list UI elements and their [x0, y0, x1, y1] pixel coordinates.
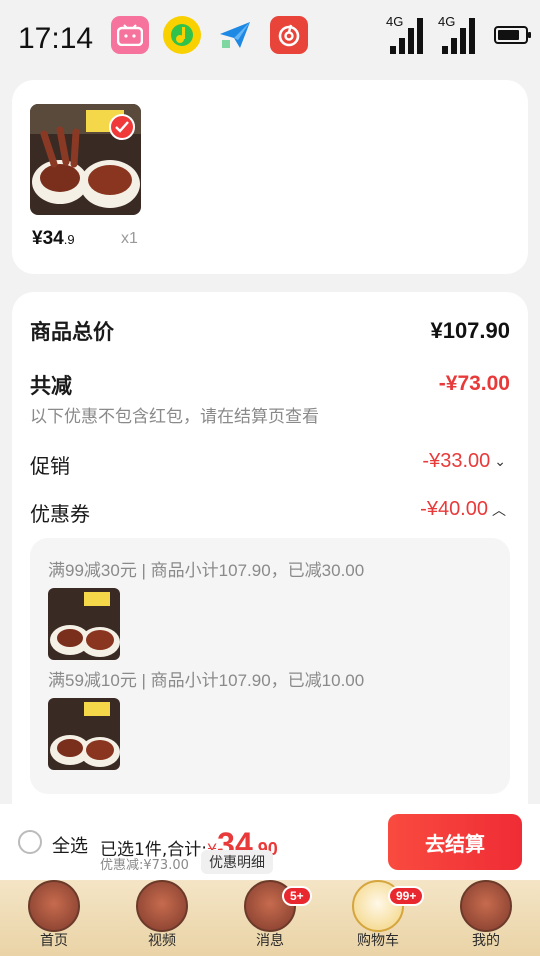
reduce-value: -¥73.00 [438, 372, 510, 395]
bilibili-app-icon [111, 16, 149, 54]
paper-plane-app-icon [216, 16, 254, 54]
select-all-checkbox[interactable] [18, 830, 42, 854]
item-price: ¥34.9 [32, 228, 75, 249]
discount-detail-button[interactable]: 优惠明细 [201, 850, 273, 874]
bottom-tab-bar: 首页 视频 5+ 消息 99+ 购物车 我的 [0, 880, 540, 956]
signal-4g-icon: 4G [438, 14, 478, 56]
tab-label: 我的 [472, 933, 500, 949]
price-summary-card: 商品总价 ¥107.90 共减 -¥73.00 以下优惠不包含红包，请在结算页查… [12, 292, 528, 812]
total-price-label: 商品总价 [30, 320, 114, 344]
tab-profile[interactable]: 我的 [446, 880, 526, 956]
item-quantity: x1 [121, 230, 138, 247]
select-all-label[interactable]: 全选 [52, 832, 88, 858]
coupon-row[interactable]: -¥40.00 ︿ [420, 498, 506, 521]
coupon-value: -¥40.00 [420, 498, 488, 520]
cart-item-card: ¥34.9 x1 [12, 80, 528, 274]
promotion-row[interactable]: -¥33.00 ⌄ [422, 450, 506, 473]
coupon-product-image [48, 588, 120, 660]
signal-4g-icon: 4G [386, 14, 426, 56]
coupon-detail-box: 满99减30元 | 商品小计107.90，已减30.00 满59减10元 | 商… [30, 538, 510, 794]
chevron-up-icon: ︿ [492, 501, 506, 518]
profile-icon [460, 880, 512, 932]
coupon-line: 满99减30元 | 商品小计107.90，已减30.00 [48, 561, 365, 580]
video-icon [136, 880, 188, 932]
selected-check-icon[interactable] [109, 114, 135, 140]
battery-icon [494, 26, 531, 44]
coupon-product-image [48, 698, 120, 770]
tab-video[interactable]: 视频 [122, 880, 202, 956]
product-image[interactable] [30, 104, 141, 215]
reduce-label: 共减 [30, 374, 72, 398]
music-app-icon [163, 16, 201, 54]
tab-label: 首页 [40, 933, 68, 949]
message-badge: 5+ [282, 886, 312, 906]
discount-amount: 优惠减:¥73.00 [100, 858, 189, 873]
status-bar: 17:14 4G 4G [0, 0, 540, 70]
battery-level [498, 30, 519, 40]
tab-messages[interactable]: 5+ 消息 [230, 880, 312, 956]
coupon-label: 优惠券 [30, 502, 90, 526]
coupon-line: 满59减10元 | 商品小计107.90，已减10.00 [48, 671, 365, 690]
total-price-value: ¥107.90 [430, 318, 510, 343]
netease-music-app-icon [270, 16, 308, 54]
checkout-button[interactable]: 去结算 [388, 814, 522, 870]
tab-cart[interactable]: 99+ 购物车 [338, 880, 425, 956]
tab-label: 购物车 [357, 933, 399, 949]
promotion-label: 促销 [30, 454, 70, 478]
tab-label: 消息 [256, 933, 284, 949]
checkout-bar: 全选 已选1件,合计:¥34.90 优惠减:¥73.00 优惠明细 去结算 [0, 804, 540, 880]
promotion-value: -¥33.00 [422, 450, 491, 472]
home-icon [28, 880, 80, 932]
cart-badge: 99+ [388, 886, 425, 906]
status-time: 17:14 [18, 22, 94, 55]
chevron-down-icon: ⌄ [494, 453, 506, 470]
discount-note: 以下优惠不包含红包，请在结算页查看 [30, 407, 319, 427]
tab-home[interactable]: 首页 [14, 880, 94, 956]
tab-label: 视频 [148, 933, 176, 949]
